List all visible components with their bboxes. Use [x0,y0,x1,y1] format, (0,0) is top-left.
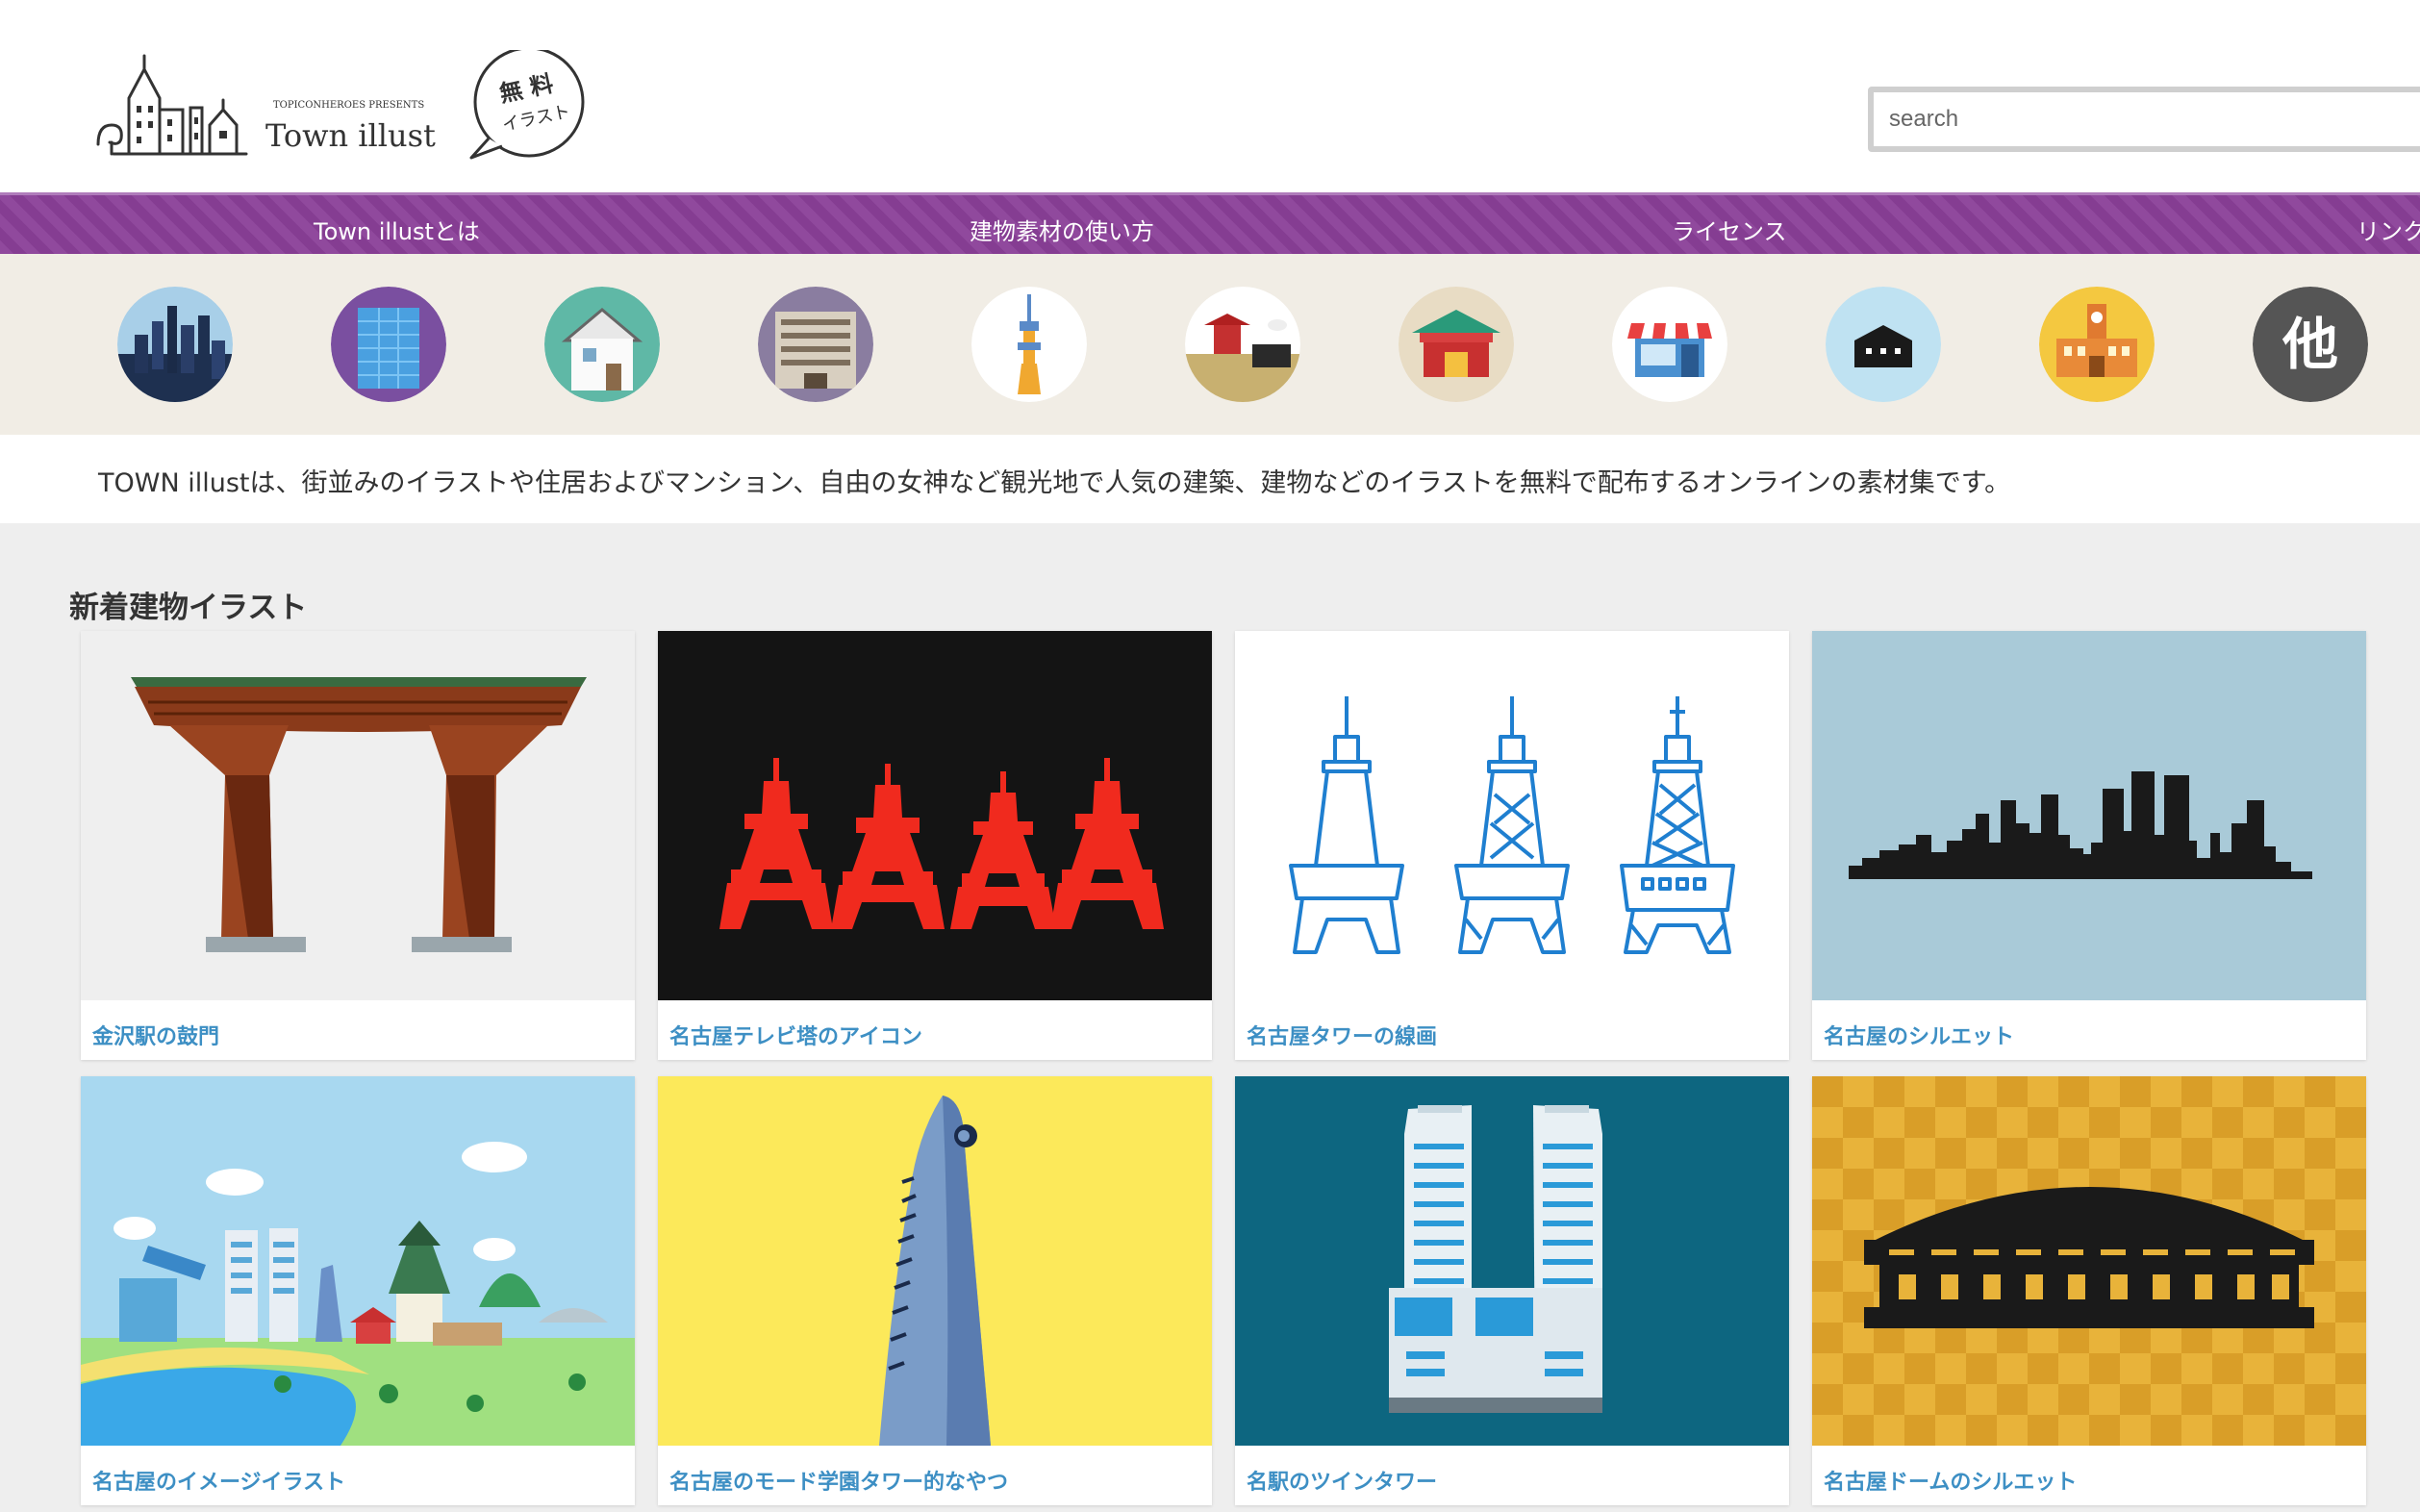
category-school-button[interactable] [2039,287,2155,402]
search-box [1868,87,2420,152]
category-shop-button[interactable] [1612,287,1727,402]
category-other-button[interactable]: 他 [2253,287,2368,402]
card-caption[interactable]: 名駅のツインタワー [1247,1465,1437,1496]
card-caption[interactable]: 名古屋のイメージイラスト [92,1465,345,1496]
nav-item-link[interactable]: リンク [2357,213,2420,246]
card-thumbnail[interactable] [658,631,1212,1000]
city-skyline-icon [117,287,233,402]
category-apartment-button[interactable] [758,287,873,402]
city-silhouette-illustration [1812,631,2366,1000]
search-input[interactable] [1874,92,2420,146]
illust-card[interactable]: 名古屋タワーの線画 [1235,631,1789,1060]
silhouette-icon [1826,287,1941,402]
illust-card[interactable]: 金沢駅の鼓門 [81,631,635,1060]
illust-card[interactable]: 名古屋のシルエット [1812,631,2366,1060]
card-caption[interactable]: 名古屋のシルエット [1824,1020,2014,1050]
house-icon [544,287,660,402]
dome-silhouette-illustration [1812,1076,2366,1446]
card-thumbnail[interactable] [1235,1076,1789,1446]
category-shrine-button[interactable] [1399,287,1514,402]
category-building-button[interactable] [331,287,446,402]
logo-presents: TOPICONHEROES PRESENTS [273,100,424,111]
school-icon [2039,287,2155,402]
apartment-icon [758,287,873,402]
category-temple-button[interactable] [1185,287,1300,402]
card-caption[interactable]: 名古屋テレビ塔のアイコン [669,1020,922,1050]
category-tower-button[interactable] [971,287,1087,402]
twin-towers-illustration [1235,1076,1789,1446]
intro-bar: TOWN illustは、街並みのイラストや住居およびマンション、自由の女神など… [0,435,2420,523]
illust-card[interactable]: 名古屋テレビ塔のアイコン [658,631,1212,1060]
temple-icon [1185,287,1300,402]
site-logo[interactable]: TOPICONHEROES PRESENTS Town illust 無 料 イ… [94,50,594,165]
nav-item-license[interactable]: ライセンス [1672,213,1787,246]
illust-card[interactable]: 名駅のツインタワー [1235,1076,1789,1505]
tower-icon [971,287,1087,402]
card-thumbnail[interactable] [1235,631,1789,1000]
card-thumbnail[interactable] [658,1076,1212,1446]
intro-text: TOWN illustは、街並みのイラストや住居およびマンション、自由の女神など… [98,468,2011,498]
site-header: TOPICONHEROES PRESENTS Town illust 無 料 イ… [0,0,2420,192]
category-silhouette-button[interactable] [1826,287,1941,402]
card-thumbnail[interactable] [1812,1076,2366,1446]
logo-name: Town illust [265,117,436,154]
category-bar: 他 [0,254,2420,435]
other-label: 他 [2281,312,2338,377]
card-caption[interactable]: 名古屋タワーの線画 [1247,1020,1437,1050]
category-city-button[interactable] [117,287,233,402]
other-icon: 他 [2253,287,2368,402]
nav-item-usage[interactable]: 建物素材の使い方 [970,213,1154,246]
shrine-icon [1399,287,1514,402]
card-caption[interactable]: 金沢駅の鼓門 [92,1020,219,1050]
illust-card[interactable]: 名古屋のモード学園タワー的なやつ [658,1076,1212,1505]
tower-line-drawing-illustration [1235,631,1789,1000]
card-caption[interactable]: 名古屋ドームのシルエット [1824,1465,2077,1496]
main-nav: Town illustとは 建物素材の使い方 ライセンス リンク [0,192,2420,254]
card-caption[interactable]: 名古屋のモード学園タワー的なやつ [669,1465,1008,1496]
office-building-icon [331,287,446,402]
gate-illustration [81,631,635,1000]
card-thumbnail[interactable] [81,631,635,1000]
card-thumbnail[interactable] [81,1076,635,1446]
section-title: 新着建物イラスト [69,591,308,625]
spiral-tower-illustration [658,1076,1212,1446]
nagoya-cityscape-illustration [81,1076,635,1446]
illust-card[interactable]: 名古屋のイメージイラスト [81,1076,635,1505]
category-house-button[interactable] [544,287,660,402]
tv-tower-icons-illustration [658,631,1212,1000]
shop-icon [1612,287,1727,402]
illust-card[interactable]: 名古屋ドームのシルエット [1812,1076,2366,1505]
card-thumbnail[interactable] [1812,631,2366,1000]
nav-item-about[interactable]: Town illustとは [314,213,480,246]
